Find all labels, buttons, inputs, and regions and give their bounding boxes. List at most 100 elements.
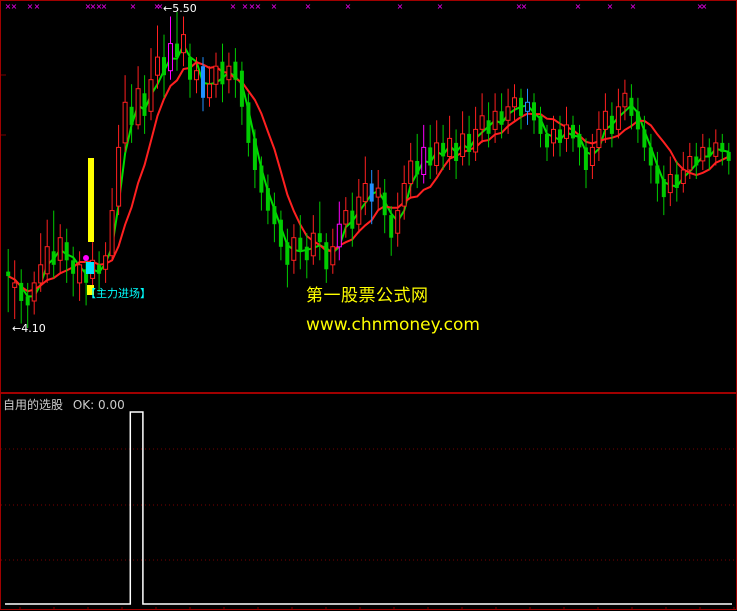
candle-body — [369, 183, 374, 202]
candle-body — [6, 271, 11, 277]
candle-body — [135, 88, 141, 126]
candle-body — [356, 196, 362, 225]
candle-body — [564, 124, 569, 139]
top-cross-marker: × — [437, 2, 444, 11]
candle-body — [129, 106, 134, 125]
candle-body — [194, 70, 199, 81]
candle-body — [545, 133, 549, 148]
candle-body — [220, 61, 225, 85]
top-cross-marker: × — [397, 2, 404, 11]
candle-body — [375, 187, 381, 198]
candle-body — [512, 97, 517, 108]
top-cross-markers: × × × × ×× ×× × ×× × × × × × × × × × ×× × × × ×× — [5, 2, 708, 11]
candle-body — [207, 83, 212, 99]
candle-body — [674, 174, 679, 188]
candle-body — [596, 128, 602, 148]
candle-body — [51, 251, 56, 265]
candle-body — [168, 43, 173, 72]
top-cross-marker: × — [27, 2, 34, 11]
top-cross-marker: × — [242, 2, 249, 11]
top-cross-marker: × — [701, 2, 708, 11]
candle-body — [77, 264, 83, 284]
candle-body — [317, 233, 322, 243]
candle-body — [460, 133, 466, 157]
candle-body — [661, 179, 666, 198]
candle-body — [278, 219, 283, 247]
candle-body — [447, 137, 453, 157]
candle-body — [401, 183, 407, 207]
candle-body — [551, 128, 556, 144]
candle-body — [175, 43, 179, 58]
candle-body — [694, 156, 699, 166]
candle-body — [525, 101, 530, 112]
candle-body — [181, 34, 186, 54]
indicator-panel-border — [0, 393, 737, 610]
candle-body — [680, 169, 686, 184]
ok-indicator-line — [5, 411, 732, 605]
candle-body — [343, 210, 349, 225]
top-cross-marker: × — [130, 2, 137, 11]
candle-body — [19, 282, 24, 301]
candle-body — [602, 110, 608, 130]
candle-body — [362, 183, 368, 203]
candle-body — [162, 57, 166, 76]
top-cross-marker: × — [575, 2, 582, 11]
candle-body — [103, 255, 109, 270]
top-cross-marker: × — [230, 2, 237, 11]
candle-body — [648, 147, 653, 166]
candle-body — [479, 115, 485, 130]
indicator-title: 自用的选股 OK: 0.00 — [3, 398, 125, 412]
candle-body — [441, 142, 446, 157]
candle-body — [687, 156, 693, 171]
top-cross-marker: × — [34, 2, 41, 11]
low-price-label: ←4.10 — [12, 322, 46, 335]
candle-body — [720, 142, 725, 152]
candle-body — [713, 142, 719, 157]
indicator-line — [5, 411, 732, 605]
candle-body — [577, 133, 582, 148]
candle-body — [408, 160, 414, 185]
top-cross-marker: × — [630, 2, 637, 11]
candle-body — [571, 124, 575, 139]
candle-body — [122, 101, 128, 144]
candle-body — [12, 282, 18, 288]
candle-body — [434, 142, 440, 166]
candle-body — [558, 129, 562, 143]
candle-body — [233, 61, 238, 80]
candle-body — [259, 165, 264, 193]
candle-body — [155, 56, 160, 76]
candle-body — [324, 242, 329, 270]
top-cross-marker: × — [305, 2, 312, 11]
candle-body — [298, 237, 303, 252]
candle-body — [583, 147, 588, 170]
top-cross-marker: × — [101, 2, 108, 11]
candle-body — [707, 147, 712, 157]
top-cross-marker: × — [521, 2, 528, 11]
candle-body — [642, 129, 647, 148]
signal-yellow-bar — [88, 158, 94, 242]
top-cross-marker: × — [345, 2, 352, 11]
candle-body — [44, 246, 50, 275]
candle-body — [265, 188, 270, 211]
watermark-url: www.chnmoney.com — [306, 315, 480, 335]
candle-body — [304, 246, 309, 261]
candle-body — [454, 142, 459, 161]
top-cross-marker: × — [255, 2, 262, 11]
top-cross-marker: × — [271, 2, 278, 11]
candle-body — [389, 215, 394, 238]
high-price-label: ←5.50 — [163, 2, 197, 15]
candle-body — [395, 210, 401, 234]
candle-body — [252, 138, 257, 170]
candle-body — [473, 128, 479, 153]
candle-body — [538, 115, 543, 134]
candle-body — [428, 147, 433, 166]
candle-body — [499, 111, 504, 125]
signal-dot — [83, 255, 89, 261]
candle-body — [382, 192, 387, 216]
candle-body — [609, 115, 614, 134]
candle-body — [310, 232, 316, 257]
top-cross-marker: × — [11, 2, 18, 11]
signal-cyan-block — [86, 262, 94, 274]
candle-body — [246, 102, 251, 143]
candle-body — [492, 110, 498, 130]
